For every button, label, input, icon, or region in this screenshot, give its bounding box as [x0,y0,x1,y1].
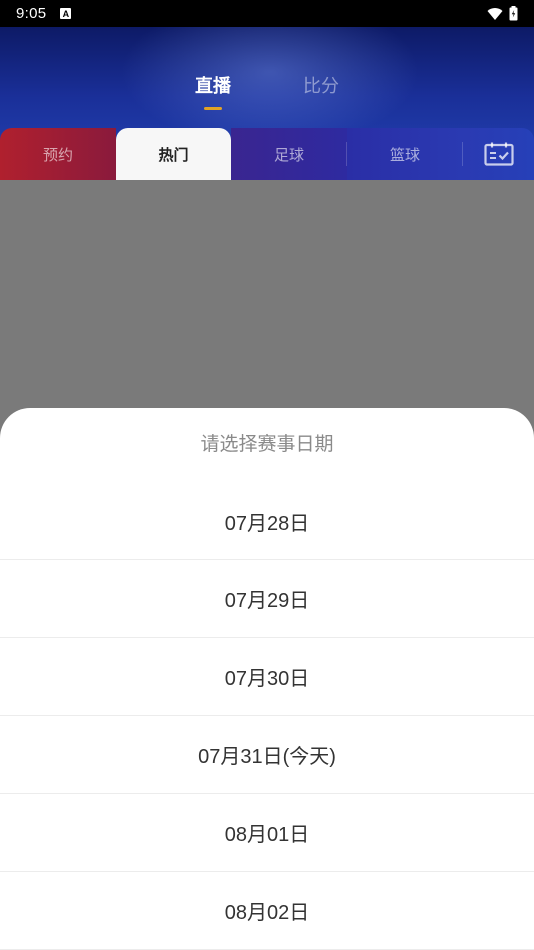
category-tab-label: 足球 [273,145,304,164]
tab-live-label: 直播 [195,76,231,97]
date-option[interactable]: 08月01日 [0,794,534,872]
date-picker-title: 请选择赛事日期 [200,432,334,455]
wifi-icon [487,7,503,20]
status-bar: 9:05 A [0,0,534,27]
status-right-icons [487,6,518,21]
battery-icon [509,6,518,21]
tab-active-indicator [204,107,222,110]
category-tab-label: 预约 [42,145,73,164]
category-tabs: 预约 热门 足球 篮球 [0,128,534,180]
date-option[interactable]: 07月28日 [0,476,534,560]
tab-live[interactable]: 直播 [195,72,231,110]
date-option[interactable]: 07月29日 [0,560,534,638]
category-tab-label: 篮球 [389,145,420,164]
top-tabs: 直播 比分 [0,72,534,110]
date-picker-sheet: 请选择赛事日期 07月28日 07月29日 07月30日 07月31日(今天) … [0,408,534,950]
status-time: 9:05 [16,5,47,22]
category-tab-basketball[interactable]: 篮球 [347,128,463,180]
date-option[interactable]: 08月02日 [0,872,534,950]
calendar-check-icon [483,142,514,166]
notification-a-icon: A [60,8,72,19]
tab-score[interactable]: 比分 [303,72,339,98]
category-tab-hot[interactable]: 热门 [116,128,231,180]
calendar-button[interactable] [463,128,534,180]
tab-score-label: 比分 [303,76,339,97]
category-tab-football[interactable]: 足球 [231,128,347,180]
date-option-today[interactable]: 07月31日(今天) [0,716,534,794]
date-option[interactable]: 07月30日 [0,638,534,716]
category-tab-label: 热门 [158,145,189,164]
date-list: 07月28日 07月29日 07月30日 07月31日(今天) 08月01日 0… [0,476,534,950]
category-tab-reserve[interactable]: 预约 [0,128,116,180]
header: 直播 比分 预约 热门 足球 篮球 [0,27,534,180]
